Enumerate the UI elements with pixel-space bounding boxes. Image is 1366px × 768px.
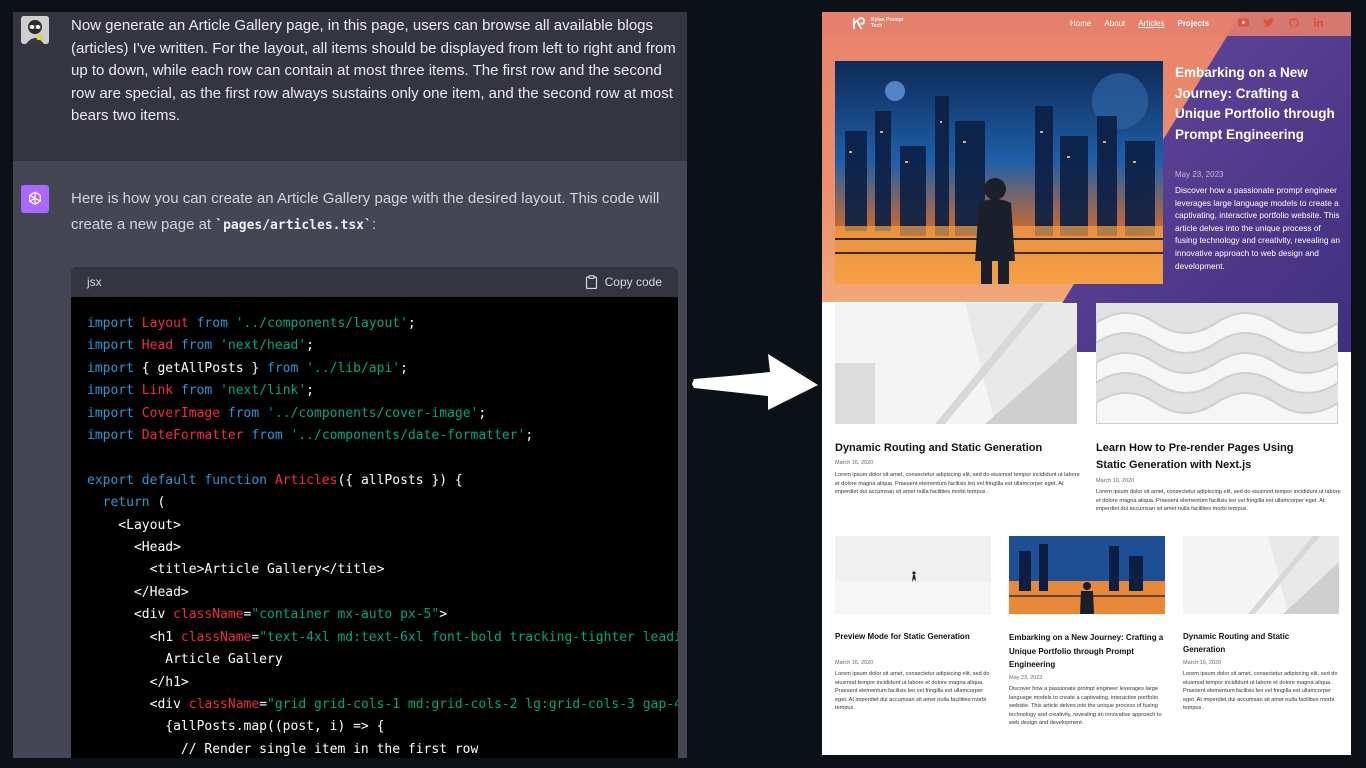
code-line: </h1> xyxy=(87,674,189,690)
card-cover-image[interactable] xyxy=(1183,536,1339,614)
card-cover-image[interactable] xyxy=(835,536,991,614)
card-excerpt: Lorem ipsum dolor sit amet, consectetur … xyxy=(1096,489,1341,513)
code-language-label: jsx xyxy=(87,275,102,289)
card-excerpt: Lorem ipsum dolor sit amet, consectetur … xyxy=(835,671,990,712)
clipboard-icon xyxy=(585,275,597,289)
nav-about[interactable]: About xyxy=(1104,19,1125,28)
code-line: <div className="grid grid-cols-1 md:grid… xyxy=(87,696,678,712)
card-title[interactable]: Dynamic Routing and Static Generation xyxy=(835,440,1077,457)
card-title[interactable]: Dynamic Routing and Static Generation xyxy=(1183,631,1333,656)
user-avatar xyxy=(21,16,49,44)
copy-code-label: Copy code xyxy=(604,275,662,289)
code-line: return ( xyxy=(102,495,166,511)
code-content: import Layout from '../components/layout… xyxy=(71,297,678,758)
code-line: export default function Articles({ allPo… xyxy=(87,472,463,488)
social-links xyxy=(1238,17,1324,28)
website-preview: Kylan Prompt Tech Home About Articles Pr… xyxy=(822,12,1351,755)
card-date: March 16, 2020 xyxy=(835,660,874,666)
card-title[interactable]: Preview Mode for Static Generation xyxy=(835,631,985,644)
code-line: import DateFormatter from '../components… xyxy=(87,428,534,444)
card-title[interactable]: Embarking on a New Journey: Crafting a U… xyxy=(1009,631,1169,672)
card-title[interactable]: Learn How to Pre-render Pages Using Stat… xyxy=(1096,440,1326,474)
github-icon[interactable] xyxy=(1288,17,1299,28)
code-block: jsx Copy code import Layout from '../com… xyxy=(71,267,678,758)
nav-projects[interactable]: Projects xyxy=(1177,19,1209,28)
card-cover-image[interactable] xyxy=(1009,536,1165,614)
user-prompt-text: Now generate an Article Gallery page, in… xyxy=(71,17,676,124)
card-date: May 23, 2023 xyxy=(1009,675,1043,681)
hero-date: May 23, 2023 xyxy=(1175,170,1224,179)
hero-cover-image[interactable] xyxy=(835,61,1163,284)
youtube-icon[interactable] xyxy=(1238,17,1249,28)
hero-title[interactable]: Embarking on a New Journey: Crafting a U… xyxy=(1175,63,1343,145)
code-line: import Link from 'next/link'; xyxy=(87,383,314,399)
assistant-intro-end: : xyxy=(371,216,376,233)
chat-panel: Now generate an Article Gallery page, in… xyxy=(13,12,687,758)
code-line: <div className="container mx-auto px-5"> xyxy=(87,607,448,623)
code-line: <Layout> xyxy=(87,517,181,533)
nav-links: Home About Articles Projects xyxy=(1070,19,1209,28)
site-navbar: Kylan Prompt Tech Home About Articles Pr… xyxy=(822,12,1351,36)
site-logo[interactable]: Kylan Prompt Tech xyxy=(852,16,905,31)
assistant-file-path: `pages/articles.tsx` xyxy=(215,218,372,233)
card-excerpt: Lorem ipsum dolor sit amet, consectetur … xyxy=(1183,671,1338,712)
openai-logo-icon xyxy=(21,185,49,213)
code-line: <title>Article Gallery</title> xyxy=(87,562,385,578)
kp-logo-icon xyxy=(852,16,866,30)
nav-articles[interactable]: Articles xyxy=(1138,19,1164,28)
card-cover-image[interactable] xyxy=(1096,303,1338,424)
code-line: import Layout from '../components/layout… xyxy=(87,316,416,331)
code-line: import Head from 'next/head'; xyxy=(87,338,314,354)
card-date: March 16, 2020 xyxy=(1096,478,1135,484)
code-line: </Head> xyxy=(87,584,189,600)
linkedin-icon[interactable] xyxy=(1313,17,1324,28)
assistant-message: Here is how you can create an Article Ga… xyxy=(13,161,687,758)
code-line: // Render single item in the first row xyxy=(87,741,479,757)
hero-excerpt: Discover how a passionate prompt enginee… xyxy=(1175,185,1340,271)
code-line: Article Gallery xyxy=(87,652,283,668)
code-line: import { getAllPosts } from '../lib/api'… xyxy=(87,360,408,376)
code-line: {allPosts.map((post, i) => { xyxy=(87,719,385,735)
nav-home[interactable]: Home xyxy=(1070,19,1091,28)
code-header: jsx Copy code xyxy=(71,267,678,297)
card-date: March 16, 2020 xyxy=(1183,660,1222,666)
twitter-icon[interactable] xyxy=(1263,17,1274,28)
assistant-intro: Here is how you can create an Article Ga… xyxy=(71,186,683,239)
user-message: Now generate an Article Gallery page, in… xyxy=(13,12,687,161)
copy-code-button[interactable]: Copy code xyxy=(585,275,662,289)
card-date: March 16, 2020 xyxy=(835,460,874,466)
card-cover-image[interactable] xyxy=(835,303,1077,424)
card-excerpt: Discover how a passionate prompt enginee… xyxy=(1009,686,1162,727)
code-line: import CoverImage from '../components/co… xyxy=(87,405,487,421)
card-excerpt: Lorem ipsum dolor sit amet, consectetur … xyxy=(835,472,1080,496)
arrow-icon xyxy=(692,354,818,410)
code-line: <h1 className="text-4xl md:text-6xl font… xyxy=(87,629,678,645)
code-line: <Head> xyxy=(87,540,181,556)
site-logo-text: Kylan Prompt Tech xyxy=(871,17,904,29)
